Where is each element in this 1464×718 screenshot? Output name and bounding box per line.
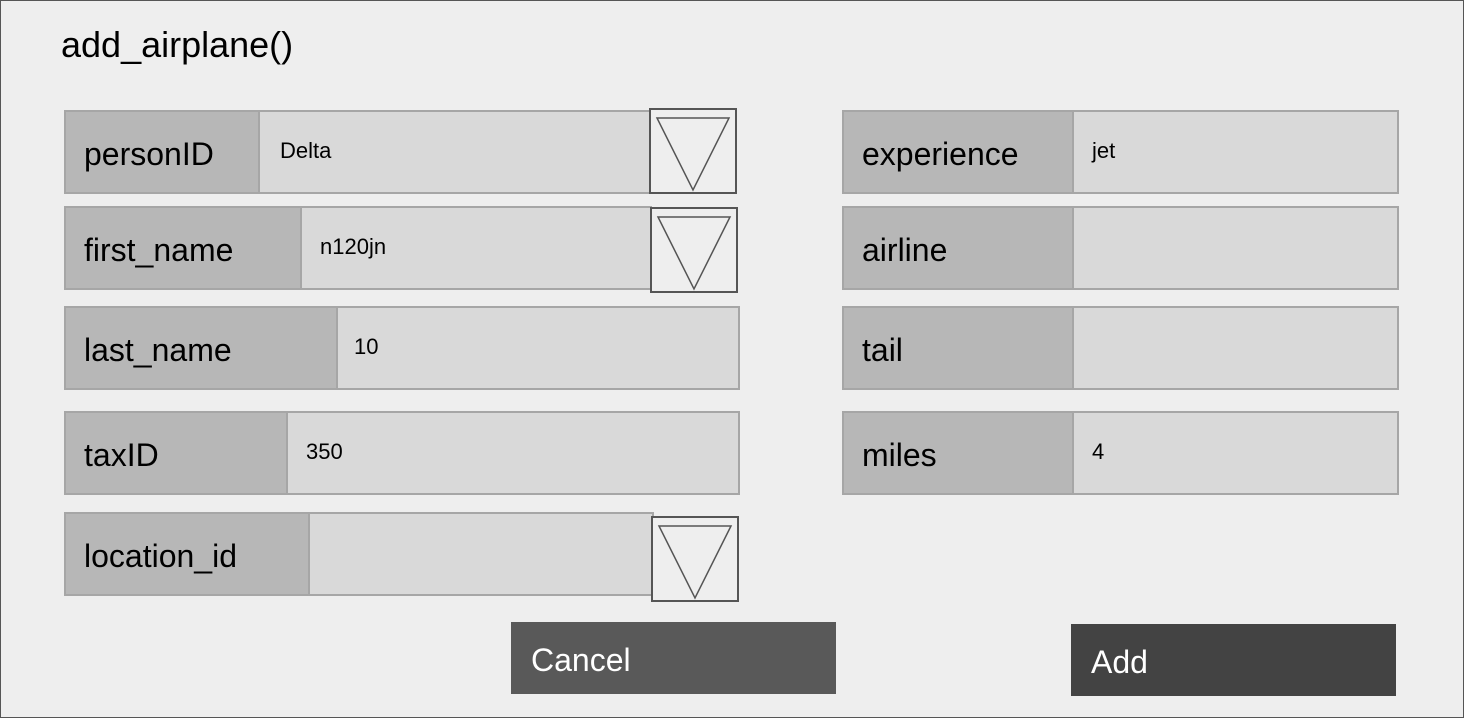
field-first-name: first_name n120jn bbox=[64, 206, 652, 290]
last-name-label: last_name bbox=[84, 332, 232, 368]
field-label: miles bbox=[844, 413, 1074, 493]
field-experience: experience jet bbox=[842, 110, 1399, 194]
field-miles: miles 4 bbox=[842, 411, 1399, 495]
field-label: first_name bbox=[66, 208, 302, 288]
triangle-down-icon bbox=[656, 216, 732, 291]
miles-input[interactable]: 4 bbox=[1092, 437, 1104, 467]
personid-input[interactable]: Delta bbox=[280, 136, 331, 166]
triangle-down-icon bbox=[657, 525, 733, 600]
miles-label: miles bbox=[862, 437, 937, 473]
field-label: personID bbox=[66, 112, 260, 192]
cancel-button[interactable]: Cancel bbox=[511, 622, 836, 694]
add-button[interactable]: Add bbox=[1071, 624, 1396, 696]
first-name-input[interactable]: n120jn bbox=[320, 232, 386, 262]
taxid-input[interactable]: 350 bbox=[306, 437, 343, 467]
triangle-down-icon bbox=[655, 117, 731, 192]
field-label: tail bbox=[844, 308, 1074, 388]
field-label: last_name bbox=[66, 308, 338, 388]
field-label: taxID bbox=[66, 413, 288, 493]
field-location-id: location_id bbox=[64, 512, 654, 596]
field-personid: personID Delta bbox=[64, 110, 652, 194]
experience-input[interactable]: jet bbox=[1092, 136, 1115, 166]
dialog-title: add_airplane() bbox=[61, 24, 294, 65]
field-last-name: last_name 10 bbox=[64, 306, 740, 390]
location-id-label: location_id bbox=[84, 538, 237, 574]
field-label: airline bbox=[844, 208, 1074, 288]
field-tail: tail bbox=[842, 306, 1399, 390]
field-label: location_id bbox=[66, 514, 310, 594]
field-airline: airline bbox=[842, 206, 1399, 290]
first-name-dropdown-button[interactable] bbox=[650, 207, 738, 293]
experience-label: experience bbox=[862, 136, 1019, 172]
field-taxid: taxID 350 bbox=[64, 411, 740, 495]
add-button-label: Add bbox=[1091, 644, 1148, 680]
field-label: experience bbox=[844, 112, 1074, 192]
tail-label: tail bbox=[862, 332, 903, 368]
taxid-label: taxID bbox=[84, 437, 159, 473]
first-name-label: first_name bbox=[84, 232, 234, 268]
location-id-dropdown-button[interactable] bbox=[651, 516, 739, 602]
personid-label: personID bbox=[84, 136, 214, 172]
airline-label: airline bbox=[862, 232, 948, 268]
cancel-button-label: Cancel bbox=[531, 642, 631, 678]
last-name-input[interactable]: 10 bbox=[354, 332, 378, 362]
personid-dropdown-button[interactable] bbox=[649, 108, 737, 194]
dialog-window: add_airplane() personID Delta first_name… bbox=[0, 0, 1464, 718]
